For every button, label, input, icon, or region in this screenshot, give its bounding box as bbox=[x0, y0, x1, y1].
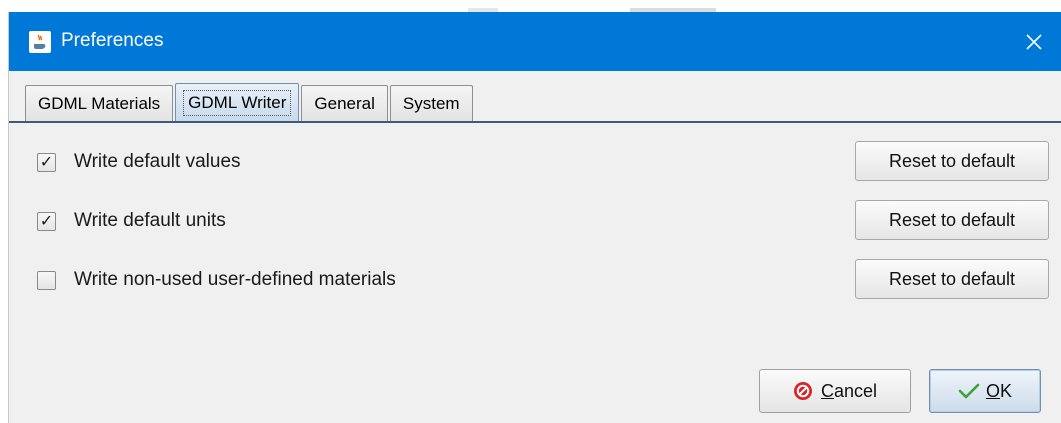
checkbox-label: Write default values bbox=[74, 151, 241, 172]
tab-general[interactable]: General bbox=[301, 85, 388, 121]
reset-default-units-button[interactable]: Reset to default bbox=[855, 200, 1049, 240]
close-button[interactable] bbox=[1007, 12, 1061, 71]
tab-label: General bbox=[314, 93, 375, 113]
tab-bar: GDML Materials GDML Writer General Syste… bbox=[25, 81, 475, 121]
option-row-non-used-materials: Write non-used user-defined materials Re… bbox=[37, 259, 1049, 303]
window-title: Preferences bbox=[61, 30, 164, 51]
cancel-icon bbox=[793, 382, 812, 400]
checkbox-box[interactable]: ✓ bbox=[37, 152, 56, 172]
tab-divider bbox=[9, 121, 1061, 123]
checkmark-icon bbox=[958, 383, 980, 399]
tab-label: GDML Materials bbox=[38, 93, 161, 113]
tab-label: System bbox=[402, 93, 460, 113]
tab-system[interactable]: System bbox=[389, 85, 473, 121]
write-default-units-checkbox[interactable]: ✓ Write default units bbox=[37, 210, 226, 232]
cancel-label: Cancel bbox=[820, 380, 878, 401]
cancel-button[interactable]: Cancel bbox=[759, 369, 911, 413]
tab-label: GDML Writer bbox=[183, 89, 292, 116]
option-row-default-values: ✓ Write default values Reset to default bbox=[37, 141, 1049, 185]
write-default-values-checkbox[interactable]: ✓ Write default values bbox=[37, 151, 241, 173]
background-strip bbox=[0, 0, 1061, 12]
write-non-used-materials-checkbox[interactable]: Write non-used user-defined materials bbox=[37, 269, 396, 291]
checkbox-box[interactable] bbox=[37, 270, 56, 290]
option-row-default-units: ✓ Write default units Reset to default bbox=[37, 200, 1049, 244]
ok-button[interactable]: OK bbox=[929, 369, 1041, 413]
ok-label: OK bbox=[985, 380, 1013, 401]
preferences-dialog: Preferences GDML Materials GDML Writer G… bbox=[8, 12, 1061, 423]
checkmark-icon: ✓ bbox=[39, 211, 54, 230]
tab-gdml-materials[interactable]: GDML Materials bbox=[25, 85, 174, 121]
title-bar: Preferences bbox=[9, 12, 1061, 71]
tab-gdml-writer[interactable]: GDML Writer bbox=[175, 83, 300, 121]
checkbox-label: Write non-used user-defined materials bbox=[74, 269, 396, 290]
java-cup-icon bbox=[29, 31, 51, 53]
checkbox-box[interactable]: ✓ bbox=[37, 211, 56, 231]
checkmark-icon: ✓ bbox=[39, 152, 54, 171]
checkbox-label: Write default units bbox=[74, 210, 226, 231]
reset-default-values-button[interactable]: Reset to default bbox=[855, 141, 1049, 181]
reset-non-used-materials-button[interactable]: Reset to default bbox=[855, 259, 1049, 299]
close-icon bbox=[1026, 33, 1042, 50]
